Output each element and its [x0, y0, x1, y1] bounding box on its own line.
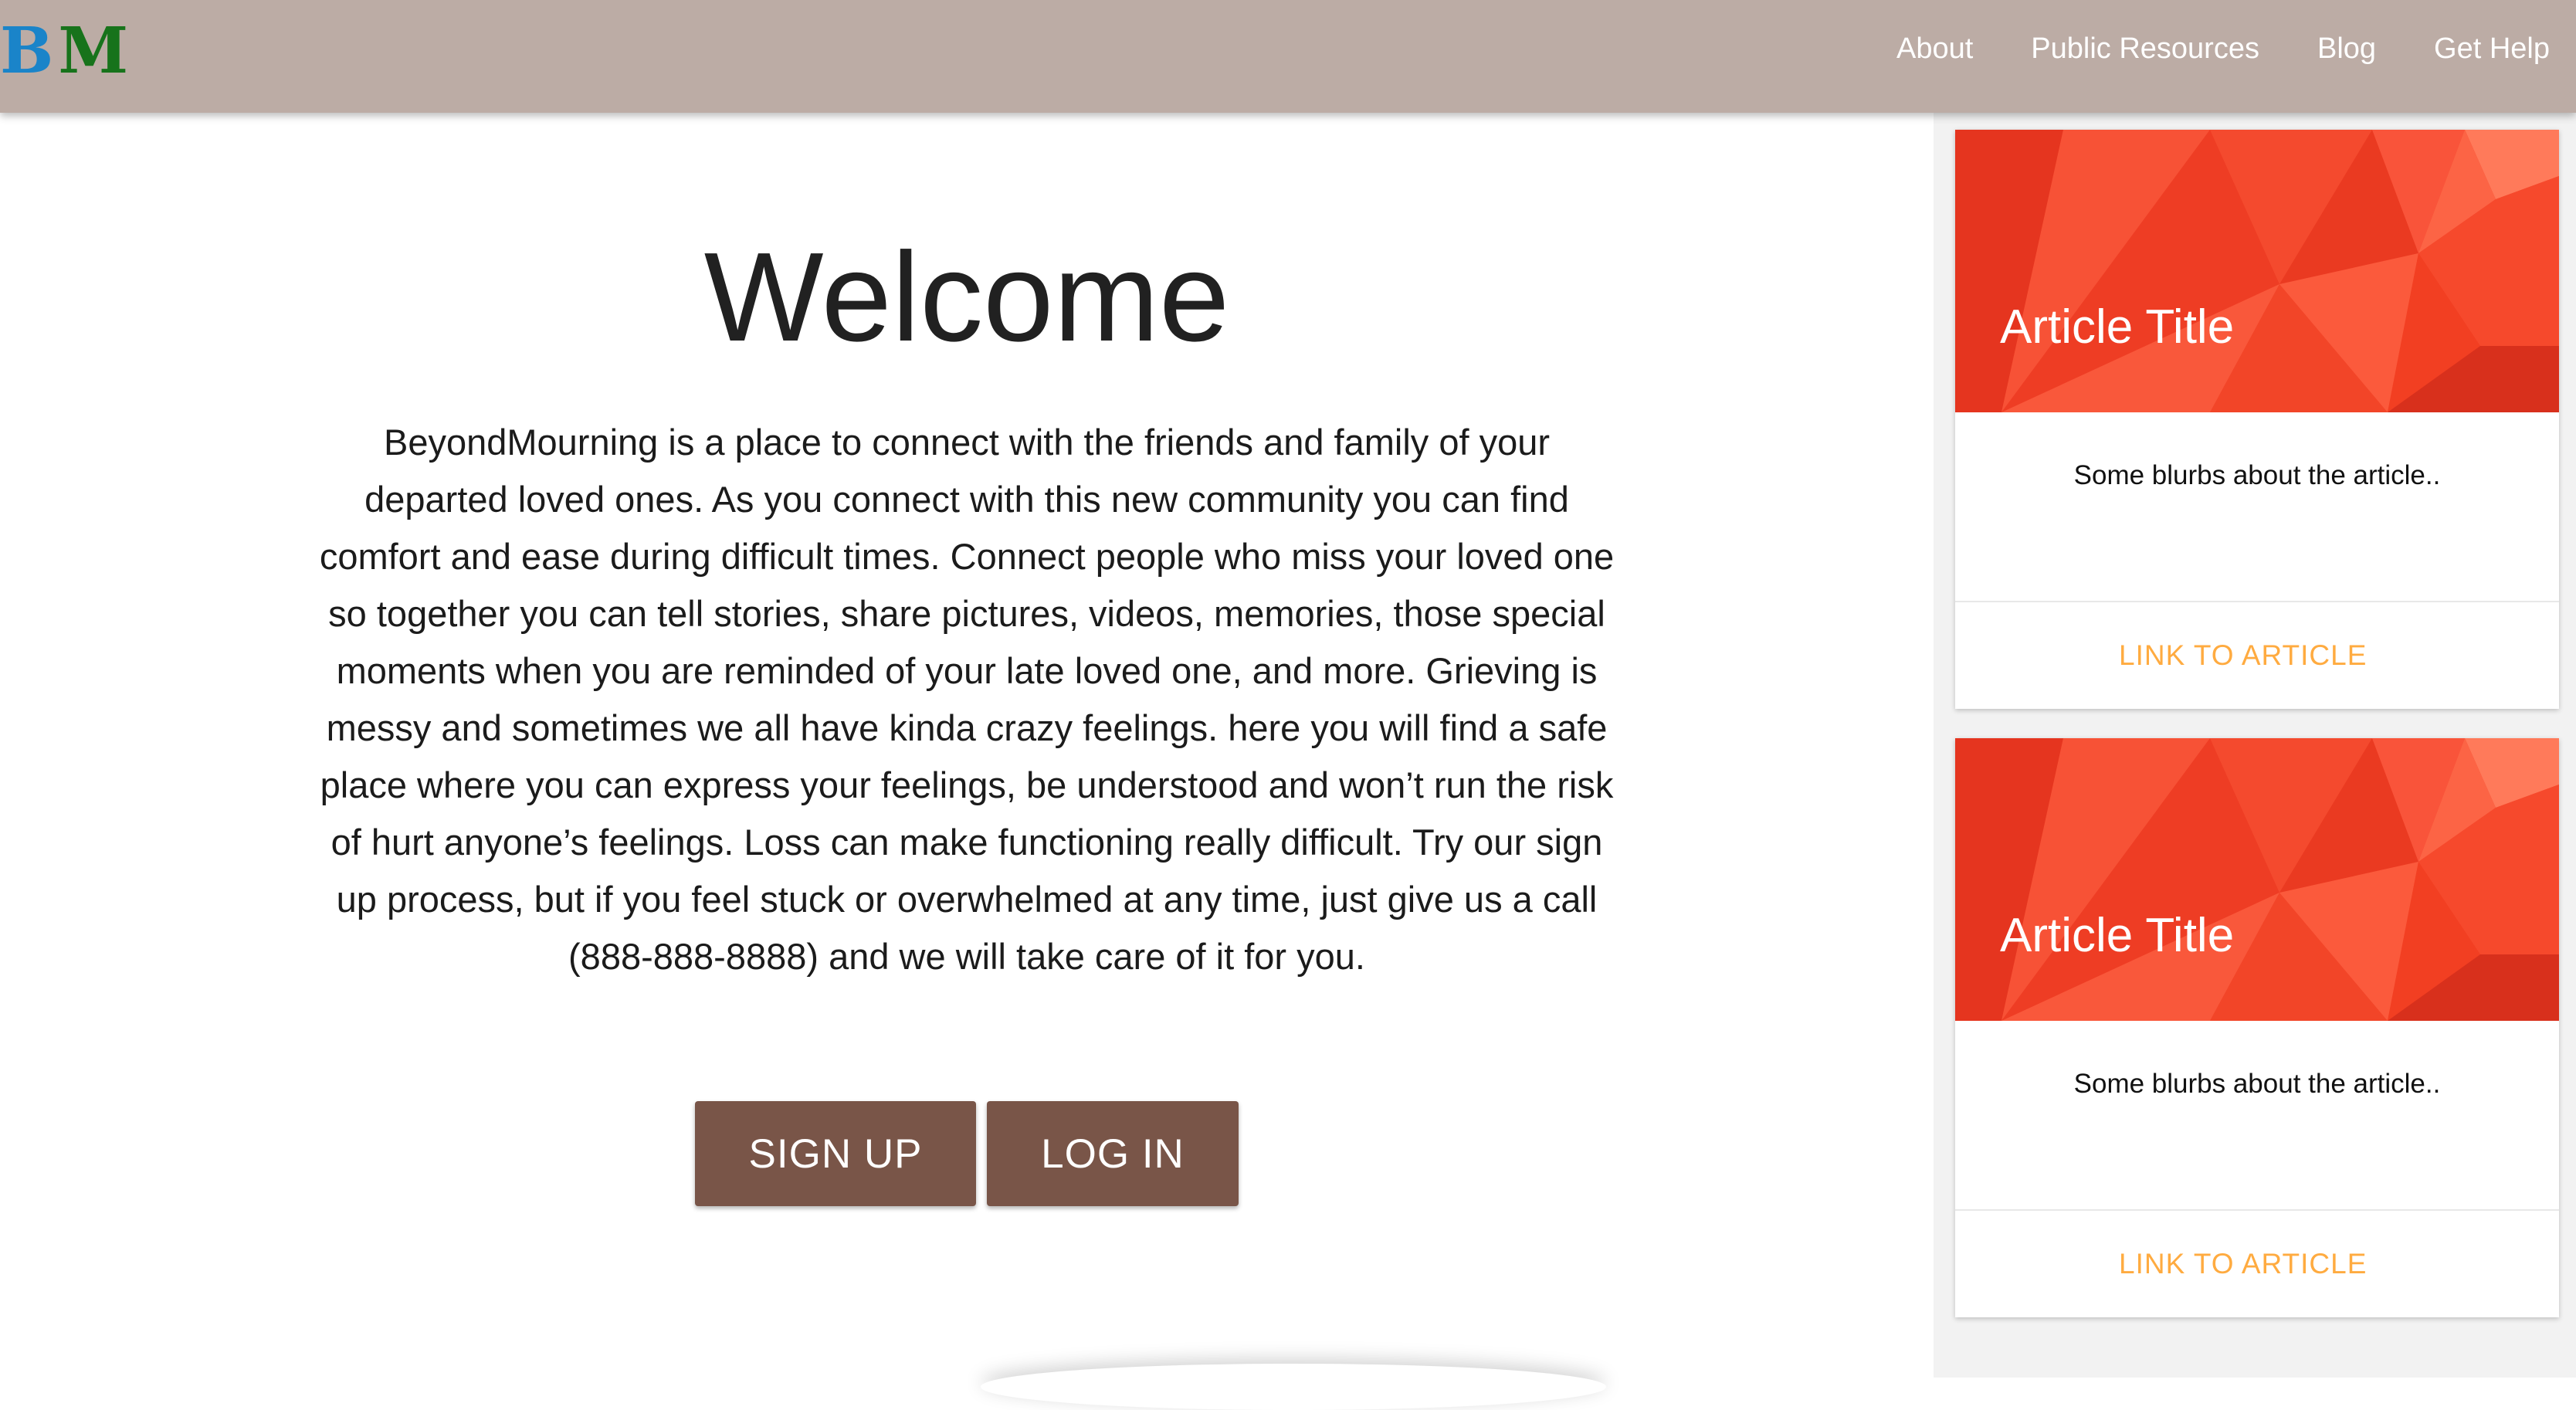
article-card-blurb: Some blurbs about the article..: [2073, 460, 2441, 490]
logo-letter-b: B: [0, 14, 59, 88]
article-sidebar: Article Title Some blurbs about the arti…: [1934, 113, 2576, 1378]
article-card-action: LINK TO ARTICLE: [1955, 602, 2559, 709]
top-navbar: BM About Public Resources Blog Get Help: [0, 0, 2576, 113]
nav-link-about[interactable]: About: [1896, 32, 1973, 66]
intro-paragraph: BeyondMourning is a place to connect wit…: [319, 422, 1615, 977]
polygon-background-image: [1955, 130, 2559, 412]
link-to-article[interactable]: LINK TO ARTICLE: [2119, 639, 2367, 672]
log-in-button[interactable]: LOG IN: [987, 1101, 1239, 1206]
article-card-image: Article Title: [1955, 130, 2559, 412]
article-card-title: Article Title: [2000, 300, 2235, 354]
article-card-image: Article Title: [1955, 738, 2559, 1021]
article-card: Article Title Some blurbs about the arti…: [1955, 738, 2559, 1317]
sign-up-button[interactable]: SIGN UP: [695, 1101, 976, 1206]
main-content: Welcome BeyondMourning is a place to con…: [0, 113, 1934, 1378]
article-card-action: LINK TO ARTICLE: [1955, 1211, 2559, 1317]
page-title: Welcome: [703, 226, 1230, 368]
brand-logo[interactable]: BM: [0, 14, 133, 88]
article-card: Article Title Some blurbs about the arti…: [1955, 130, 2559, 709]
article-card-title: Article Title: [2000, 909, 2235, 962]
article-card-content: Some blurbs about the article..: [1955, 412, 2559, 602]
link-to-article[interactable]: LINK TO ARTICLE: [2119, 1248, 2367, 1280]
article-card-blurb: Some blurbs about the article..: [2073, 1069, 2441, 1099]
nav-link-get-help[interactable]: Get Help: [2434, 32, 2550, 66]
nav-link-blog[interactable]: Blog: [2317, 32, 2376, 66]
article-card-content: Some blurbs about the article..: [1955, 1021, 2559, 1211]
nav-links: About Public Resources Blog Get Help: [1839, 0, 2550, 97]
polygon-background-image: [1955, 738, 2559, 1021]
logo-letter-m: M: [58, 14, 134, 88]
bottom-card-edge: [981, 1364, 1606, 1410]
nav-link-public-resources[interactable]: Public Resources: [2031, 32, 2259, 66]
